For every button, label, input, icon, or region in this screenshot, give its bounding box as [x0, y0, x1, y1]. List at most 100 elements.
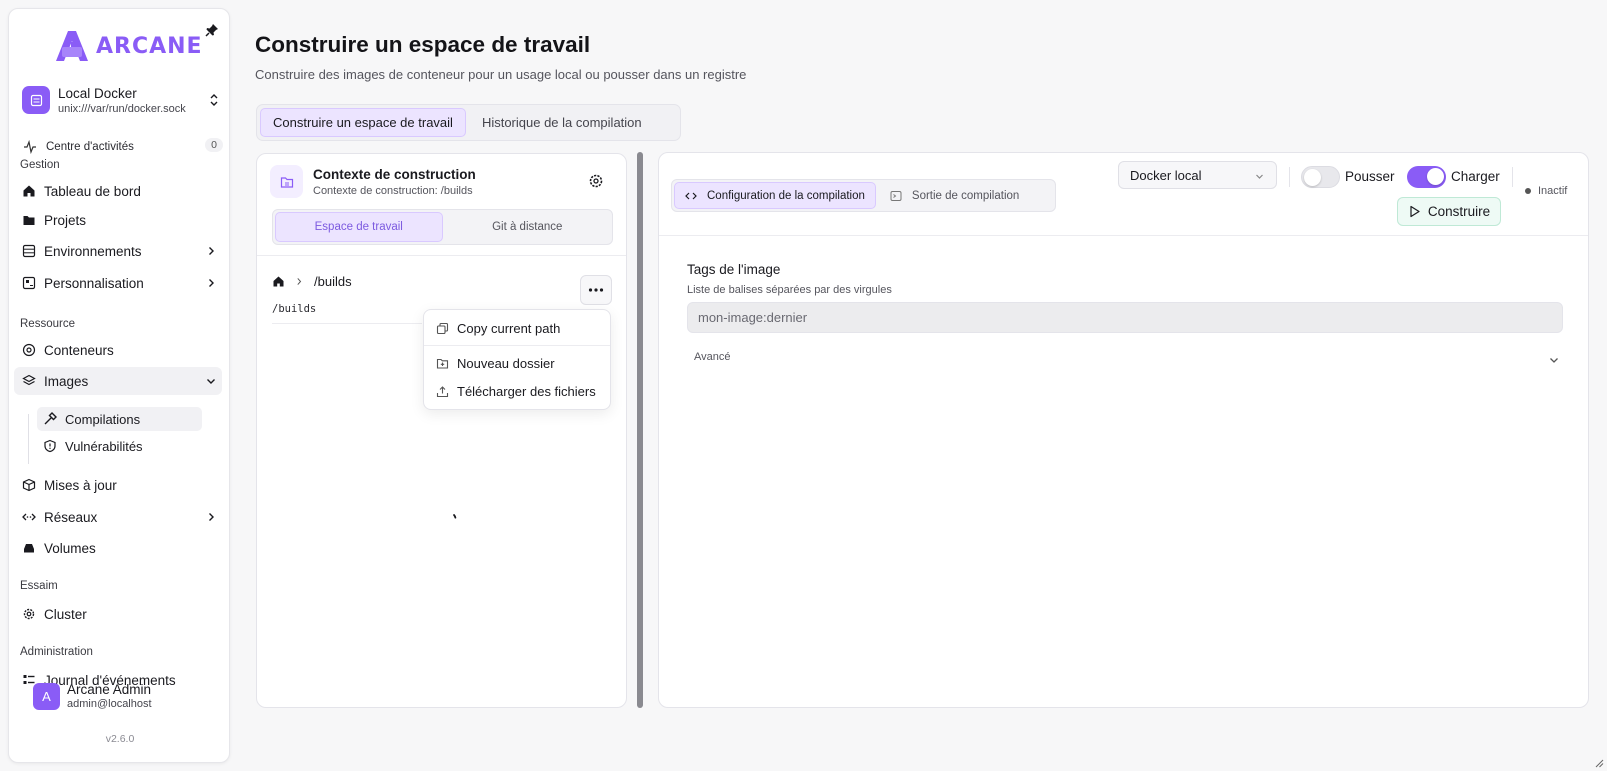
mode-workspace[interactable]: Espace de travail	[275, 212, 443, 242]
sidebar-item-label: Projets	[44, 212, 87, 228]
context-subtitle: Contexte de construction: /builds	[313, 185, 473, 197]
sidebar-item-label: Vulnérabilités	[65, 438, 143, 454]
user-name: Arcane Admin	[67, 682, 152, 697]
sidebar-item-label: Cluster	[44, 606, 87, 622]
menu-item-copy-path[interactable]: Copy current path	[428, 315, 608, 341]
divider	[257, 255, 626, 256]
tab-build-history[interactable]: Historique de la compilation	[470, 108, 654, 137]
sidebar-item-customization[interactable]: Personnalisation	[14, 269, 222, 297]
sidebar-item-cluster[interactable]: Cluster	[14, 600, 222, 628]
user-menu[interactable]: A Arcane Admin admin@localhost	[33, 682, 152, 710]
status-text: Inactif	[1538, 185, 1568, 197]
activity-count-badge: 0	[205, 138, 223, 152]
sidebar-item-volumes[interactable]: Volumes	[14, 534, 222, 562]
sidebar-item-label: Personnalisation	[44, 275, 144, 291]
sidebar-item-builds[interactable]: Compilations	[37, 407, 202, 431]
push-label: Pousser	[1345, 169, 1395, 184]
page-title: Construire un espace de travail	[255, 32, 591, 57]
divider	[1512, 167, 1513, 187]
sidebar-item-images[interactable]: Images	[14, 367, 222, 395]
resize-corner-icon	[1595, 759, 1604, 768]
sidebar-item-updates[interactable]: Mises à jour	[14, 471, 222, 499]
sidebar-item-label: Conteneurs	[44, 342, 114, 358]
sidebar-item-vulnerabilities[interactable]: Vulnérabilités	[37, 434, 202, 458]
sidebar-item-label: Mises à jour	[44, 477, 117, 493]
mode-git-remote[interactable]: Git à distance	[445, 212, 611, 242]
server-icon	[22, 86, 50, 114]
section-ressource: Ressource	[20, 318, 75, 330]
sidebar-item-label: Volumes	[44, 540, 96, 556]
chevrons-up-down-icon	[210, 94, 218, 106]
folder-icon	[23, 216, 35, 225]
tab-label: Sortie de compilation	[911, 189, 1020, 202]
section-gestion: Gestion	[20, 159, 60, 171]
build-target-select[interactable]: Docker local	[1118, 161, 1277, 189]
sidebar-item-containers[interactable]: Conteneurs	[14, 336, 222, 364]
app-version: v2.6.0	[105, 733, 135, 745]
environment-switcher[interactable]: Local Docker unix:///var/run/docker.sock	[22, 77, 222, 123]
sidebar-item-label: Réseaux	[44, 509, 98, 525]
image-tags-input[interactable]	[687, 302, 1563, 333]
activity-center[interactable]: Centre d'activités 0	[23, 135, 223, 159]
advanced-label: Avancé	[694, 351, 731, 363]
status-dot	[1525, 188, 1531, 194]
breadcrumb: /builds	[272, 274, 352, 289]
chevron-down-icon	[207, 379, 215, 384]
divider	[1289, 167, 1290, 187]
tab-workspace[interactable]: Construire un espace de travail	[260, 108, 466, 137]
activity-label: Centre d'activités	[46, 141, 134, 153]
user-email: admin@localhost	[67, 698, 152, 710]
build-context-panel: Contexte de construction Contexte de con…	[256, 153, 627, 708]
settings-gear-icon[interactable]	[588, 173, 604, 189]
load-toggle[interactable]	[1407, 166, 1446, 188]
tab-build-configuration[interactable]: Configuration de la compilation	[674, 182, 876, 209]
sidebar: ARCANE Local Docker unix:///var/run/dock…	[8, 8, 230, 763]
tab-build-output[interactable]: Sortie de compilation	[880, 182, 1029, 209]
menu-item-new-folder[interactable]: Nouveau dossier	[428, 350, 608, 376]
toggle-knob	[1304, 169, 1321, 186]
file-actions-menu: Copy current path Nouveau dossier Téléch…	[423, 309, 611, 410]
divider	[272, 323, 422, 324]
sidebar-item-networks[interactable]: Réseaux	[14, 503, 222, 531]
sidebar-item-label: Compilations	[65, 411, 141, 427]
section-essaim: Essaim	[20, 580, 58, 592]
divider	[659, 235, 1588, 236]
submenu-guide-line	[28, 414, 29, 464]
container-icon	[22, 343, 36, 357]
upload-icon	[436, 385, 449, 397]
home-icon	[23, 185, 35, 197]
panel-resize-handle[interactable]	[637, 152, 643, 708]
sidebar-item-dashboard[interactable]: Tableau de bord	[14, 177, 222, 205]
menu-item-label: Télécharger des fichiers	[457, 383, 596, 399]
sidebar-item-projects[interactable]: Projets	[14, 206, 222, 234]
tab-label: Configuration de la compilation	[707, 189, 865, 202]
context-title: Contexte de construction	[313, 167, 476, 182]
build-status: Inactif	[1525, 185, 1567, 197]
network-icon	[22, 513, 36, 521]
loading-spinner-icon	[448, 514, 457, 526]
chevron-down-icon	[1256, 174, 1263, 179]
build-button[interactable]: Construire	[1397, 197, 1501, 226]
app-logo[interactable]: ARCANE	[54, 29, 203, 63]
database-icon	[22, 244, 36, 258]
activity-icon	[24, 140, 36, 154]
pin-icon[interactable]	[205, 23, 219, 37]
arcane-logo-icon	[56, 31, 88, 61]
menu-item-upload-files[interactable]: Télécharger des fichiers	[428, 378, 608, 404]
more-actions-button[interactable]	[580, 275, 612, 305]
build-target-value: Docker local	[1130, 167, 1202, 183]
page-tabs: Construire un espace de travail Historiq…	[256, 104, 681, 141]
chevron-right-icon	[297, 278, 302, 285]
environment-socket: unix:///var/run/docker.sock	[58, 102, 186, 115]
layers-icon	[22, 374, 36, 386]
chevron-right-icon	[209, 279, 214, 287]
home-icon[interactable]	[272, 275, 285, 288]
advanced-section-toggle[interactable]: Avancé	[694, 351, 1559, 369]
breadcrumb-current[interactable]: /builds	[314, 274, 352, 289]
environment-name: Local Docker	[58, 85, 137, 101]
hammer-icon	[44, 412, 57, 425]
current-path: /builds	[272, 303, 317, 315]
push-toggle[interactable]	[1301, 166, 1340, 188]
menu-separator	[424, 345, 610, 346]
sidebar-item-environments[interactable]: Environnements	[14, 237, 222, 265]
